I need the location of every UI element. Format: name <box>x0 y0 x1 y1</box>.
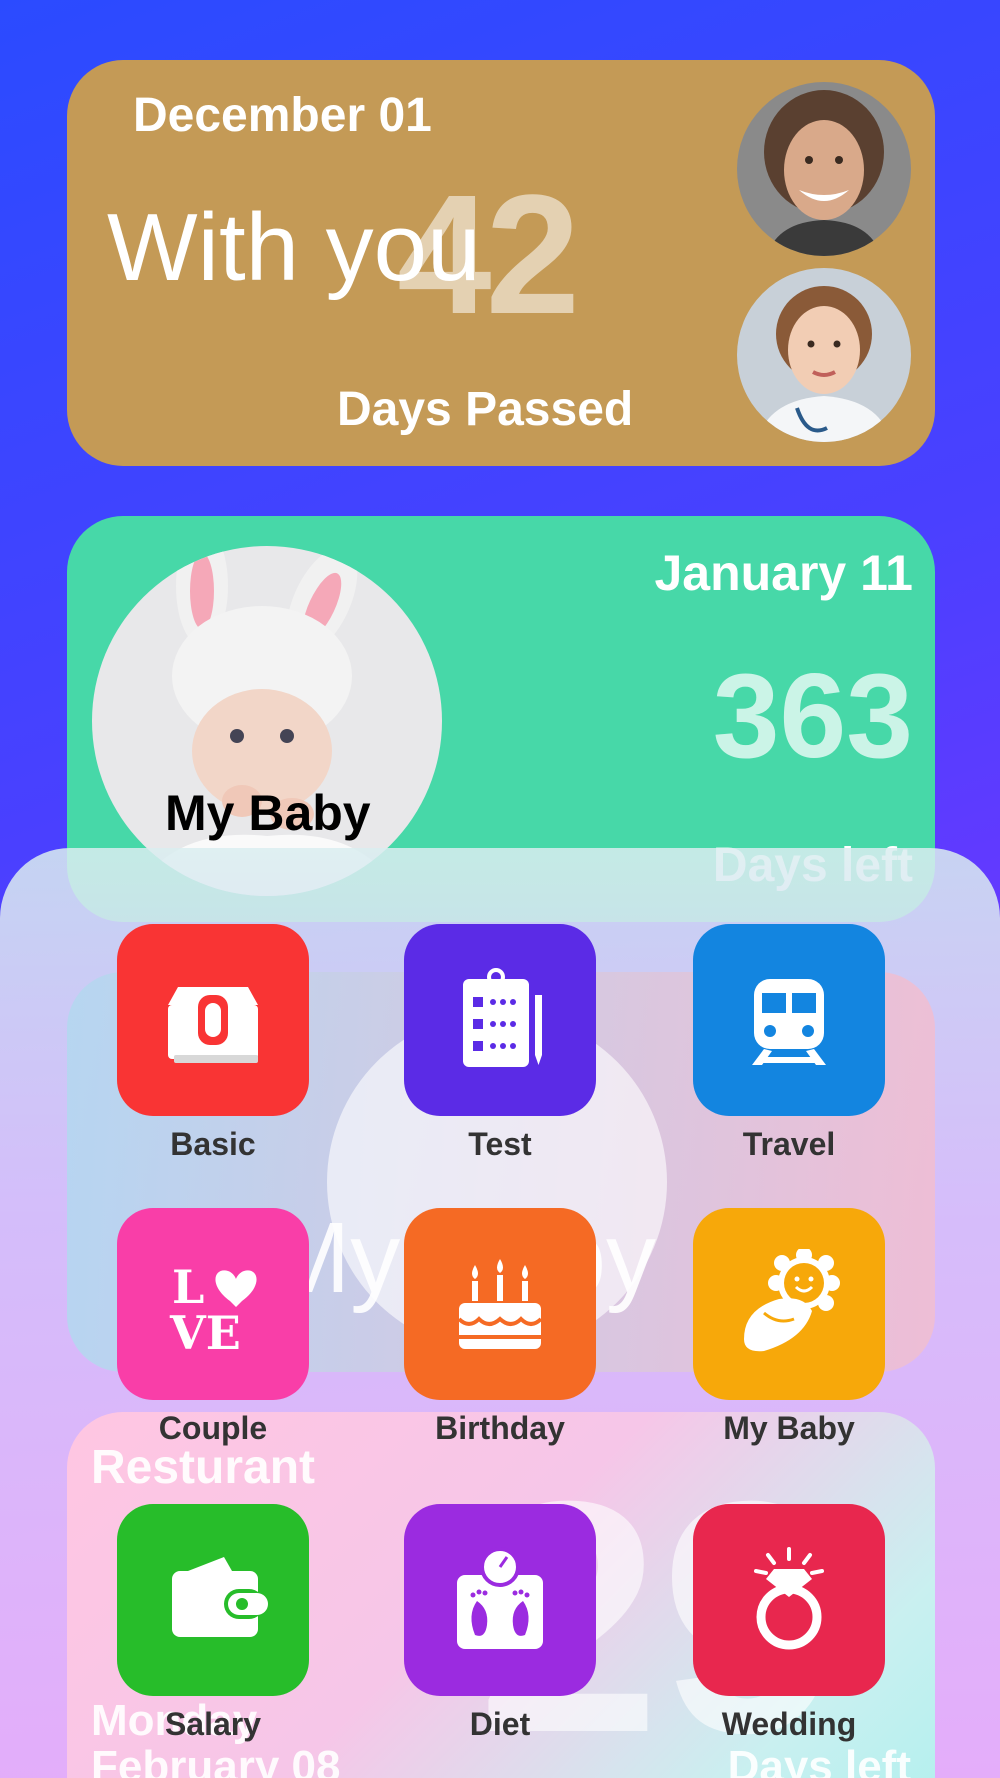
baby-icon[interactable] <box>693 1208 885 1400</box>
app-label: Salary <box>164 1706 262 1742</box>
couple-date: December 01 <box>133 89 432 142</box>
cake-icon[interactable] <box>404 1208 596 1400</box>
baby-date: January 11 <box>654 545 913 601</box>
ring-icon[interactable] <box>693 1504 885 1696</box>
wallet-icon[interactable] <box>117 1504 309 1696</box>
restaurant-title: Resturant <box>91 1441 316 1494</box>
scale-icon[interactable] <box>404 1504 596 1696</box>
baby-name: My Baby <box>165 785 371 841</box>
restaurant-date: February 08 <box>91 1742 341 1778</box>
couple-title: With you <box>107 194 481 301</box>
train-icon[interactable] <box>693 924 885 1116</box>
love-icon[interactable]: L VE <box>117 1208 309 1400</box>
app-diet[interactable]: Diet <box>400 1504 600 1743</box>
app-test[interactable]: Test <box>400 924 600 1163</box>
counter-icon[interactable] <box>117 924 309 1116</box>
restaurant-footer-label: Days left <box>727 1742 911 1778</box>
app-label: Travel <box>742 1126 836 1162</box>
couple-footer-label: Days Passed <box>337 383 634 436</box>
app-label: My Baby <box>723 1410 855 1446</box>
app-travel[interactable]: Travel <box>689 924 889 1163</box>
app-label: Test <box>468 1126 532 1162</box>
svg-text:VE: VE <box>169 1306 241 1359</box>
widget-type-picker-sheet: My Baby 29 Resturant Monday February 08 … <box>0 848 1000 1778</box>
app-my-baby[interactable]: My Baby <box>689 1208 889 1447</box>
app-label: Couple <box>158 1410 268 1446</box>
app-label: Birthday <box>435 1410 565 1446</box>
baby-photo <box>92 546 442 896</box>
partner-avatar-man <box>737 82 911 256</box>
partner-avatar-woman <box>737 268 911 442</box>
app-label: Wedding <box>721 1706 857 1742</box>
app-label: Diet <box>469 1706 531 1742</box>
app-wedding[interactable]: Wedding <box>689 1504 889 1743</box>
app-label: Basic <box>170 1126 256 1162</box>
app-salary[interactable]: Salary <box>113 1504 313 1743</box>
baby-days-count: 363 <box>712 649 913 783</box>
app-birthday[interactable]: Birthday <box>400 1208 600 1447</box>
app-basic[interactable]: Basic <box>113 924 313 1163</box>
couple-widget-card[interactable]: 42 December 01 With you Days Passed <box>67 60 935 466</box>
app-couple[interactable]: L VE Couple <box>113 1208 313 1447</box>
checklist-icon[interactable] <box>404 924 596 1116</box>
